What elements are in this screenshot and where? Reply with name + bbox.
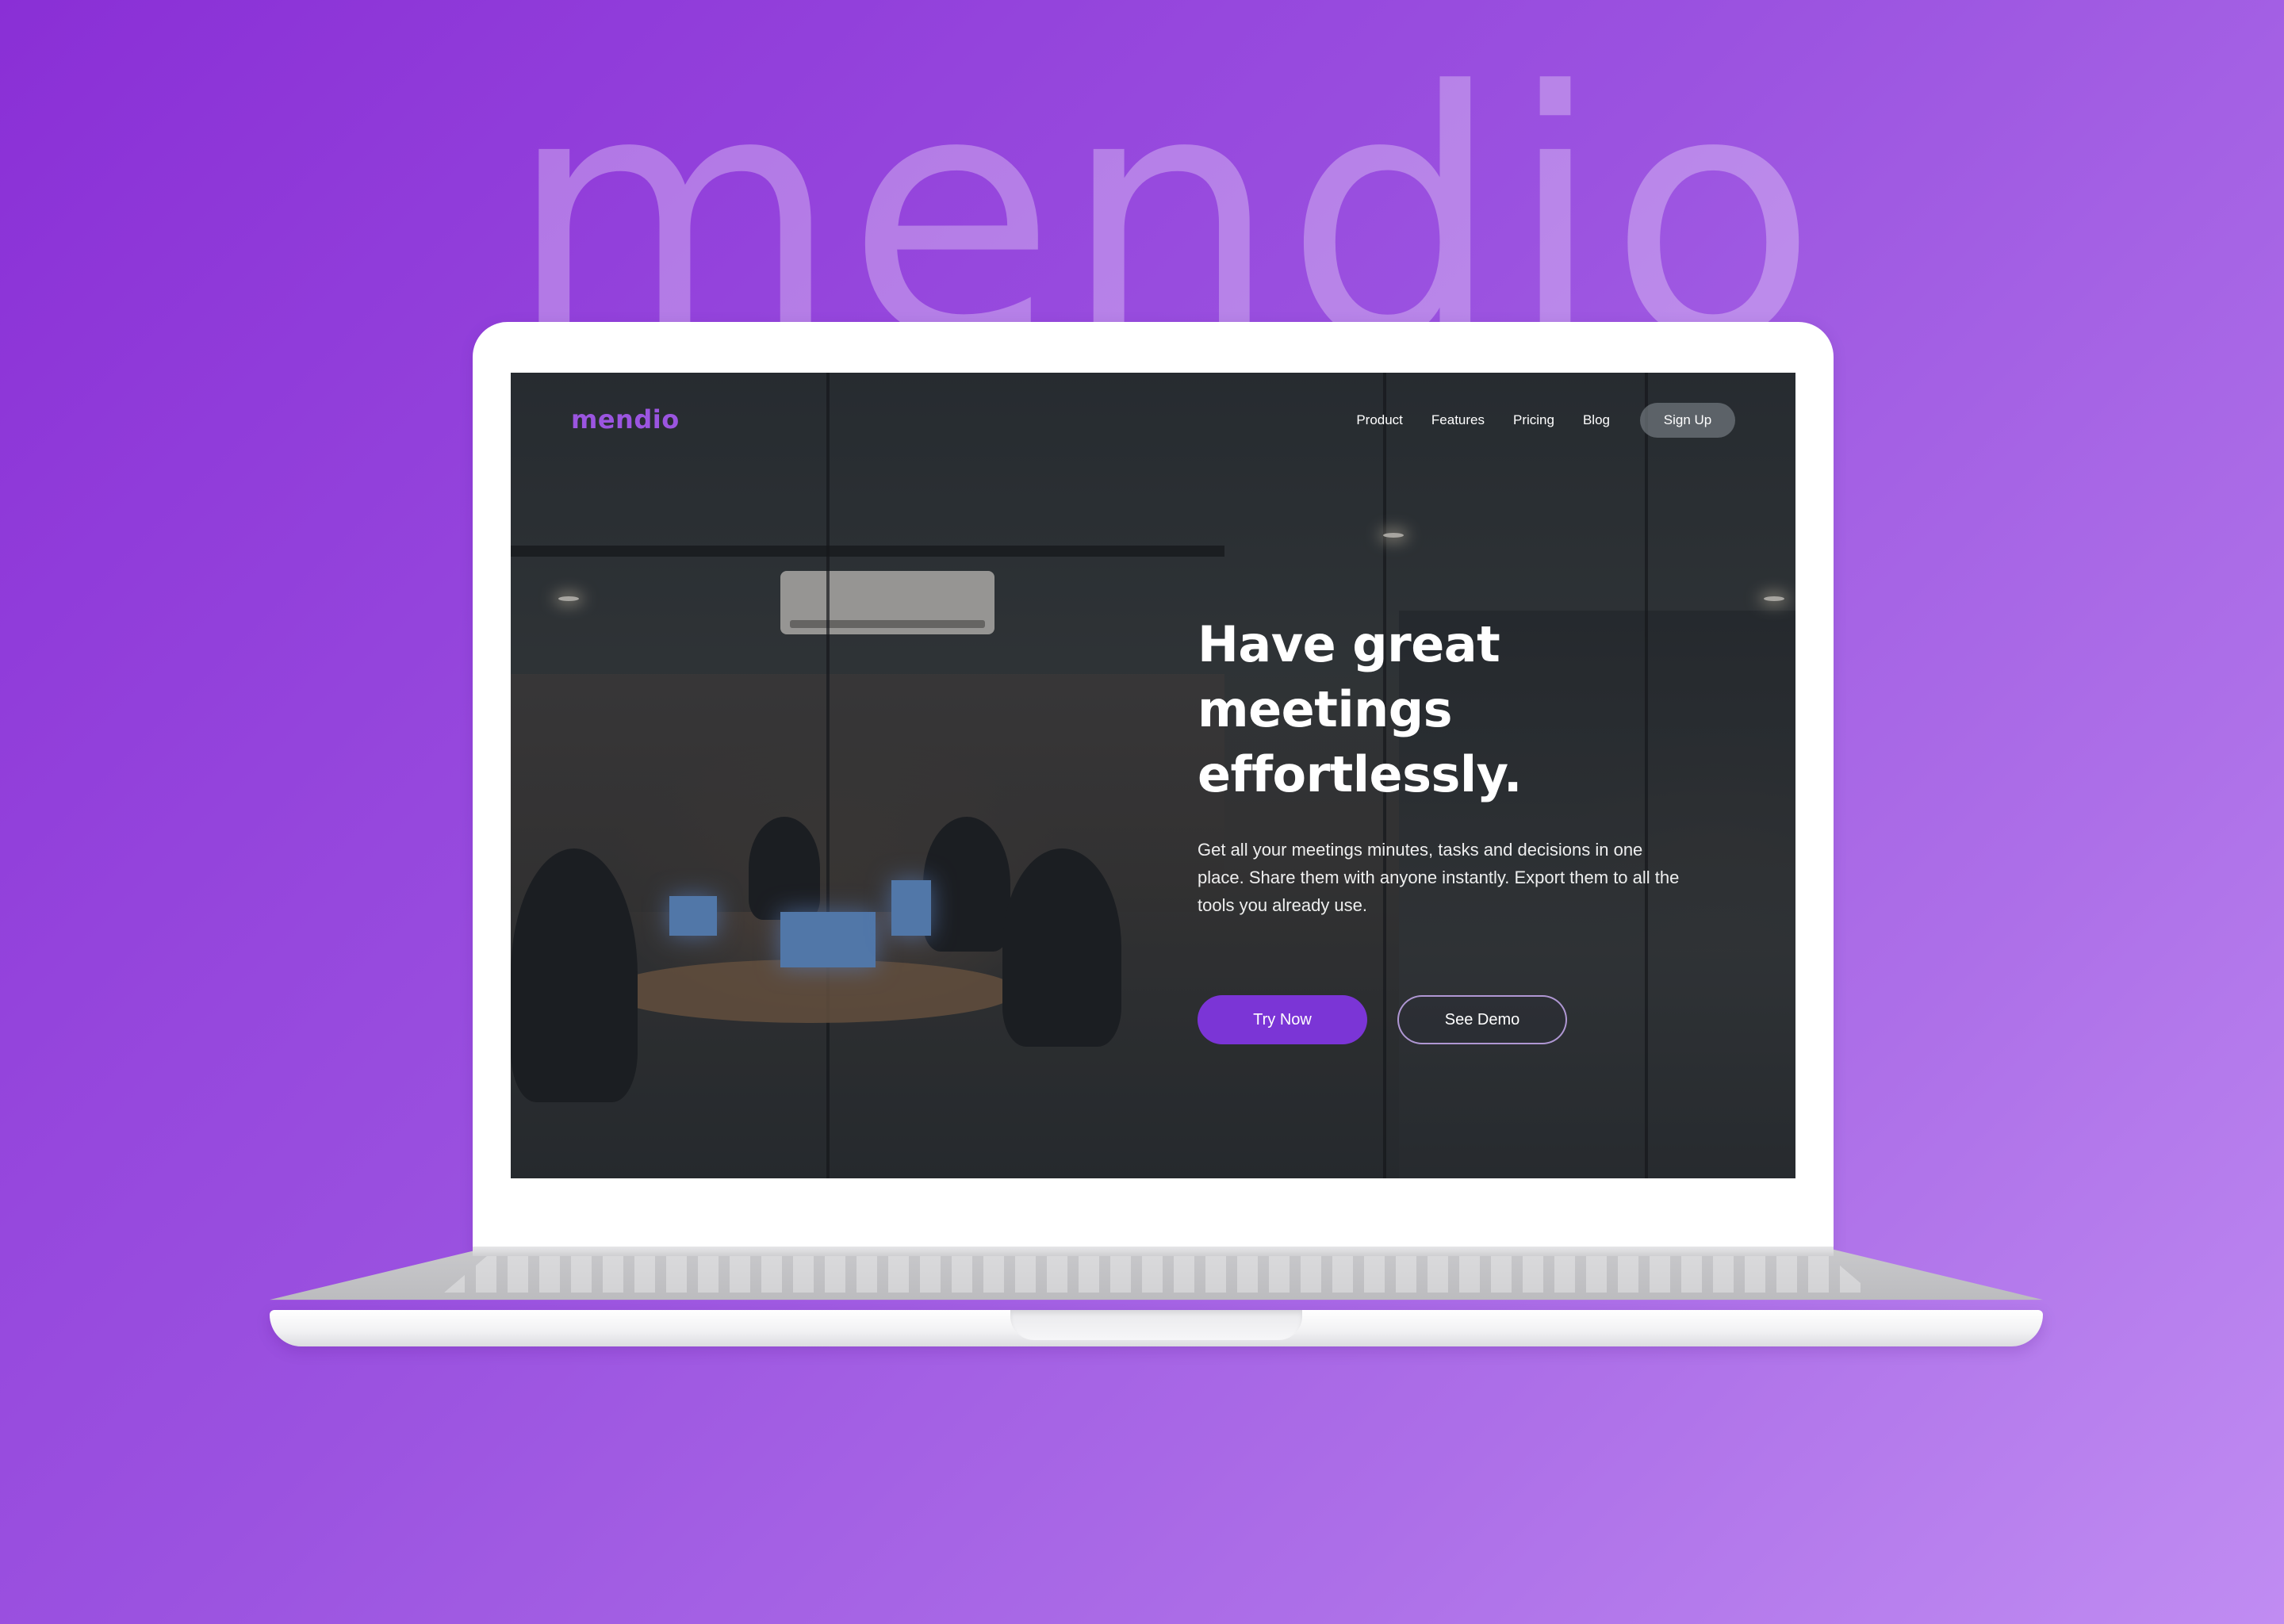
try-now-button[interactable]: Try Now [1198,995,1367,1044]
see-demo-button[interactable]: See Demo [1397,995,1567,1044]
laptop-opening-notch [1010,1310,1302,1340]
laptop-screen: mendio Product Features Pricing Blog Sig… [511,373,1795,1178]
hero-headline-line2: effortlessly. [1198,745,1522,803]
nav-link-product[interactable]: Product [1356,412,1403,428]
site-nav: Product Features Pricing Blog Sign Up [1328,403,1735,438]
hero-headline-line1: Have great meetings [1198,615,1500,738]
laptop-lid: mendio Product Features Pricing Blog Sig… [473,322,1834,1258]
hero-section: Have great meetings effortlessly. Get al… [1198,612,1769,1044]
laptop-hinge [473,1247,1834,1256]
hero-buttons: Try Now See Demo [1198,995,1769,1044]
sign-up-button[interactable]: Sign Up [1640,403,1735,438]
site-logo[interactable]: mendio [571,404,680,435]
nav-link-pricing[interactable]: Pricing [1513,412,1554,428]
hero-subtext: Get all your meetings minutes, tasks and… [1198,840,1680,915]
nav-link-blog[interactable]: Blog [1583,412,1610,428]
nav-link-features[interactable]: Features [1431,412,1485,428]
hero-headline: Have great meetings effortlessly. [1198,612,1769,807]
laptop-keyboard-keys [444,1256,1872,1293]
